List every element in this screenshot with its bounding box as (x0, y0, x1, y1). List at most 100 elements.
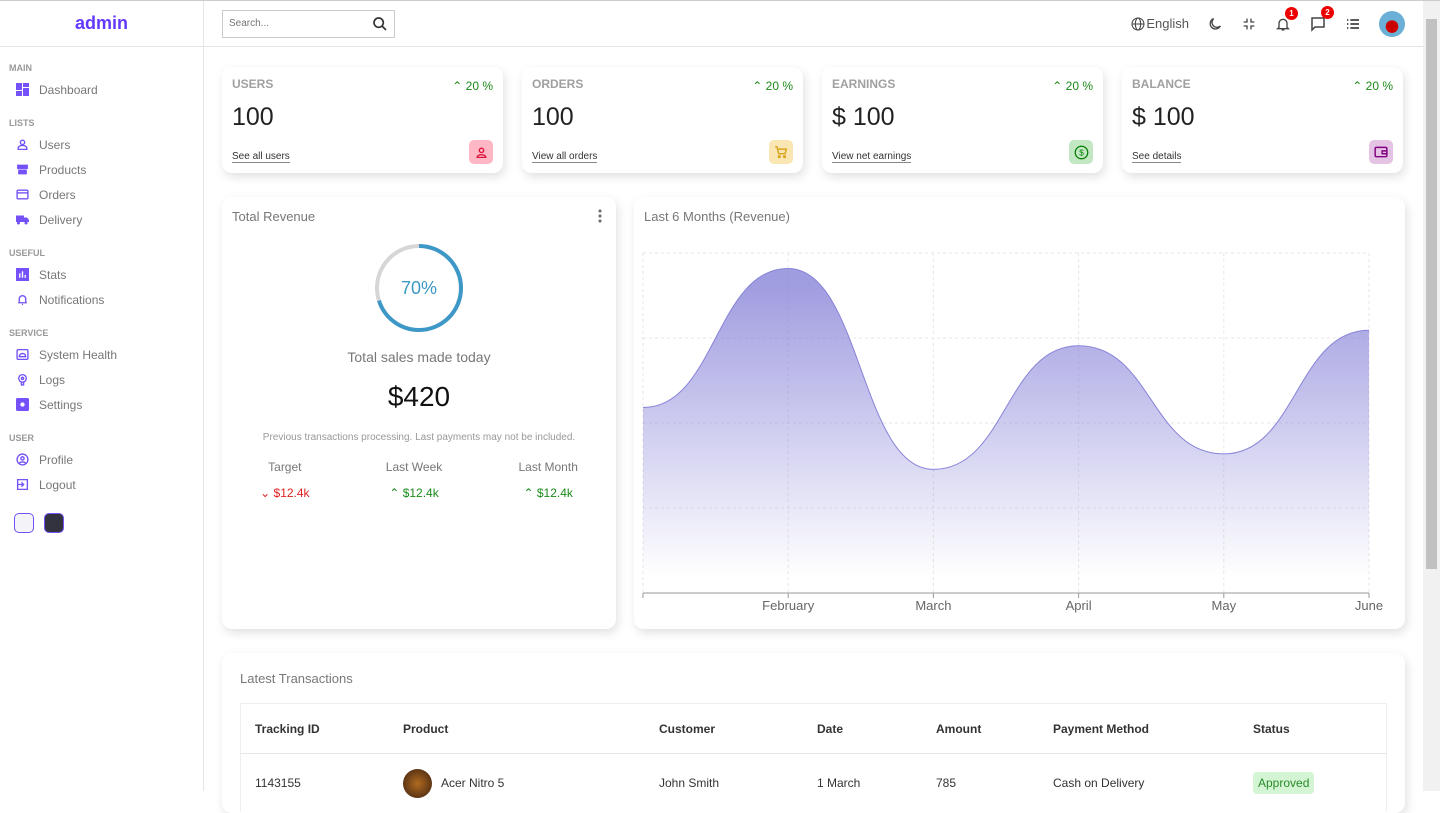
sidebar-item-label: Profile (39, 452, 74, 467)
section-title: SERVICE (9, 328, 49, 338)
dark-mode-toggle[interactable] (1207, 16, 1223, 32)
widget-percentage: ⌃ 20 % (1052, 79, 1093, 93)
cart-icon (769, 140, 793, 164)
scrollbar[interactable] (1423, 1, 1440, 791)
sidebar-item-notifications[interactable]: Notifications (0, 287, 203, 312)
arrow-down-icon: ⌄ (260, 486, 271, 500)
topbar: English 1 2 (204, 1, 1423, 47)
product-image (403, 768, 432, 798)
summary-item: Target ⌄ $12.4k (260, 460, 309, 500)
column-header[interactable]: Amount (922, 722, 1039, 736)
column-header[interactable]: Product (389, 722, 645, 736)
summary-item: Last Month ⌃ $12.4k (519, 460, 578, 500)
featured-title: Total Revenue (232, 209, 316, 224)
arrow-up-icon: ⌃ (1052, 79, 1063, 93)
avatar[interactable] (1379, 10, 1405, 37)
sidebar-item-profile[interactable]: Profile (0, 447, 203, 472)
sidebar-item-logout[interactable]: Logout (0, 472, 203, 497)
product-name: Acer Nitro 5 (441, 776, 505, 790)
fullscreen-exit-button[interactable] (1241, 16, 1257, 32)
arrow-up-icon: ⌃ (452, 79, 463, 93)
column-header[interactable]: Customer (645, 722, 803, 736)
summary-label: Last Week (385, 460, 443, 474)
sidebar: admin MAIN Dashboard LISTS Users Products Ord… (0, 1, 204, 791)
amount: 785 (936, 776, 957, 790)
sidebar-item-label: Logout (39, 477, 76, 492)
summary-value: $12.4k (273, 486, 310, 500)
widget-value: $ 100 (1132, 103, 1195, 131)
section-title: USER (9, 433, 35, 443)
summary-label: Last Month (518, 460, 578, 474)
moon-icon (1209, 17, 1221, 30)
fullscreen-exit-icon (1243, 18, 1255, 29)
widget-link[interactable]: View all orders (532, 151, 598, 163)
column-header[interactable]: Payment Method (1039, 722, 1239, 736)
notifications-button[interactable]: 1 (1275, 6, 1298, 32)
sidebar-item-delivery[interactable]: Delivery (0, 207, 203, 232)
globe-icon (1131, 16, 1145, 31)
truck-icon (16, 213, 29, 226)
settings-icon (16, 398, 29, 411)
arrow-up-icon: ⌃ (1352, 79, 1363, 93)
sidebar-item-system-health[interactable]: System Health (0, 342, 203, 367)
table-row[interactable]: 1143155 Acer Nitro 5 John Smith 1 March … (241, 754, 1386, 812)
sidebar-item-label: Logs (39, 372, 66, 387)
x-tick-label: April (1066, 598, 1092, 613)
sidebar-item-orders[interactable]: Orders (0, 182, 203, 207)
widget-balance: BALANCE ⌃ 20 % $ 100 See details (1122, 67, 1403, 173)
dashboard-icon (16, 83, 29, 96)
sidebar-item-label: Orders (39, 187, 76, 202)
list-button[interactable] (1345, 16, 1361, 32)
sidebar-item-label: Stats (39, 267, 67, 282)
summary-value: $12.4k (402, 486, 439, 500)
sidebar-item-stats[interactable]: Stats (0, 262, 203, 287)
messages-button[interactable]: 2 (1309, 5, 1334, 33)
sidebar-item-label: Products (39, 162, 87, 177)
section-title: LISTS (9, 118, 35, 128)
sidebar-item-logs[interactable]: Logs (0, 367, 203, 392)
column-header[interactable]: Date (803, 722, 922, 736)
message-count: 2 (1321, 5, 1334, 19)
sidebar-item-label: Settings (39, 397, 83, 412)
payment-method: Cash on Delivery (1053, 776, 1145, 790)
summary-value: $12.4k (536, 486, 573, 500)
profile-icon (16, 453, 29, 466)
search-box (222, 9, 395, 38)
widget-link[interactable]: View net earnings (832, 151, 912, 163)
credit-card-icon (16, 188, 29, 201)
search-input[interactable] (229, 18, 372, 29)
widget-earnings: EARNINGS ⌃ 20 % $ 100 View net earnings … (822, 67, 1103, 173)
revenue-chart-card: Last 6 Months (Revenue) February March Apr… (634, 197, 1405, 629)
widget-users: USERS ⌃ 20 % 100 See all users (222, 67, 503, 173)
chart-icon (16, 268, 29, 281)
sidebar-item-settings[interactable]: Settings (0, 392, 203, 417)
brain-icon (16, 373, 29, 386)
widget-link[interactable]: See all users (232, 151, 290, 163)
sidebar-item-label: Notifications (39, 292, 105, 307)
sidebar-item-products[interactable]: Products (0, 157, 203, 182)
user-icon (16, 138, 29, 151)
sidebar-item-users[interactable]: Users (0, 132, 203, 157)
widget-percentage: ⌃ 20 % (1352, 79, 1393, 93)
sidebar-item-dashboard[interactable]: Dashboard (0, 77, 203, 102)
more-icon[interactable] (598, 209, 602, 223)
light-theme-button[interactable] (14, 513, 34, 533)
search-icon[interactable] (372, 16, 388, 32)
featured-note: Previous transactions processing. Last p… (262, 432, 576, 443)
widget-value: 100 (232, 103, 274, 131)
summary-label: Target (268, 460, 302, 474)
widget-orders: ORDERS ⌃ 20 % 100 View all orders (522, 67, 803, 173)
language-selector[interactable]: English (1130, 16, 1189, 32)
dark-theme-button[interactable] (44, 513, 64, 533)
logo[interactable]: admin (0, 1, 203, 47)
store-icon (16, 163, 29, 176)
x-tick-label: May (1212, 598, 1237, 613)
customer: John Smith (659, 776, 720, 790)
tracking-id: 1143155 (255, 776, 301, 790)
widget-link[interactable]: See details (1132, 151, 1182, 163)
widget-value: $ 100 (832, 103, 895, 131)
column-header[interactable]: Status (1239, 722, 1379, 736)
column-header[interactable]: Tracking ID (241, 722, 389, 736)
featured-card: Total Revenue 70% Total sales made today… (222, 197, 616, 629)
arrow-up-icon: ⌃ (752, 79, 763, 93)
